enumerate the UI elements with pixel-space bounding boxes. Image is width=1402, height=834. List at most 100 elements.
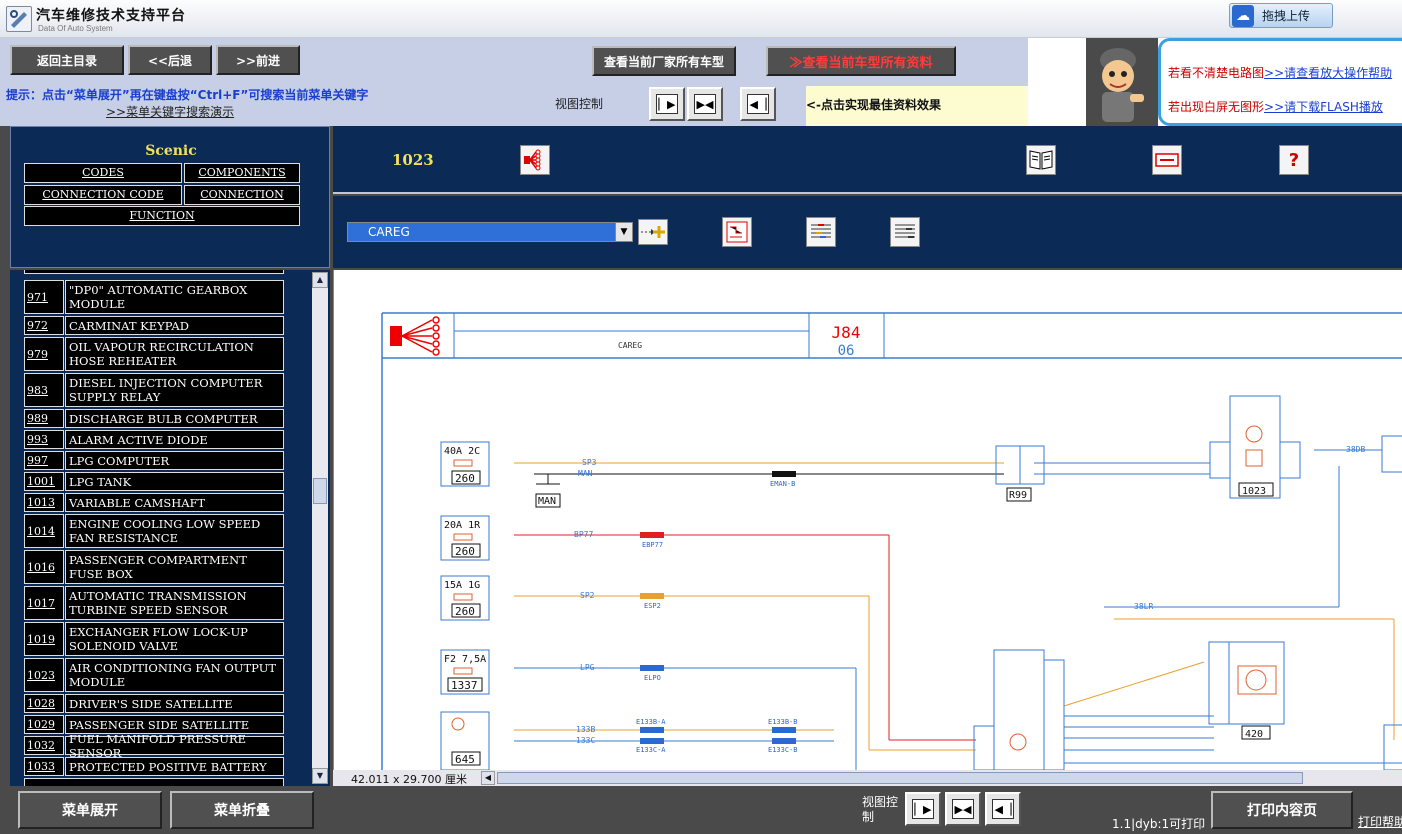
connection-list-icon[interactable]	[890, 217, 920, 247]
view-center-button[interactable]: ▶◀	[687, 87, 723, 121]
list-item[interactable]: 1016 PASSENGER COMPARTMENT FUSE BOX	[24, 550, 284, 584]
home-button[interactable]: 返回主目录	[10, 45, 124, 75]
view-expand-button[interactable]: ▏▶	[649, 87, 685, 121]
list-item-number[interactable]: 1016	[24, 550, 64, 584]
bottom-view-center-button[interactable]: ▶◀	[945, 792, 981, 826]
list-item[interactable]: 1023 AIR CONDITIONING FAN OUTPUT MODULE	[24, 658, 284, 692]
list-item-number[interactable]: 993	[24, 430, 64, 449]
list-item[interactable]: 993 ALARM ACTIVE DIODE	[24, 430, 284, 449]
list-scrollbar[interactable]: ▲ ▼	[312, 272, 328, 784]
fuse-icon[interactable]	[1152, 145, 1182, 175]
all-models-button[interactable]: 查看当前厂家所有车型	[592, 46, 736, 76]
list-item-number[interactable]: 1014	[24, 514, 64, 548]
list-item-number[interactable]: 971	[24, 280, 64, 314]
function-select-value: CAREG	[368, 225, 410, 239]
bottom-view-collapse-button[interactable]: ◀▕	[985, 792, 1021, 826]
fuse-id: 1337	[451, 679, 478, 692]
list-item-number[interactable]: 989	[24, 409, 64, 428]
zoom-help-link[interactable]: >>请查看放大操作帮助	[1264, 66, 1392, 80]
wire-label: SP3	[582, 458, 597, 467]
help-icon[interactable]: ?	[1279, 145, 1309, 175]
connector-icon[interactable]	[520, 145, 550, 175]
diagram-status-bar: 42.011 x 29.700 厘米 ◀	[333, 770, 1402, 786]
list-item-number[interactable]: 1029	[24, 715, 64, 734]
list-item-name: FUEL MANIFOLD PRESSURE SENSOR	[65, 732, 284, 760]
connector-label: E133B-A	[636, 718, 666, 726]
list-item-number[interactable]: 997	[24, 451, 64, 470]
function-select[interactable]: CAREG ▼	[347, 222, 633, 242]
list-item-number[interactable]: 979	[24, 337, 64, 371]
forward-button[interactable]: >>前进	[216, 45, 300, 75]
book-icon[interactable]	[1026, 145, 1056, 175]
list-item[interactable]: 1001 LPG TANK	[24, 472, 284, 491]
list-item-number[interactable]: 972	[24, 316, 64, 335]
flash-download-link[interactable]: >>请下载FLASH播放	[1264, 100, 1383, 114]
list-item[interactable]: 1032 FUEL MANIFOLD PRESSURE SENSOR	[24, 732, 284, 760]
diagram-icon[interactable]	[722, 217, 752, 247]
print-help-link[interactable]: 打印帮助	[1358, 813, 1402, 830]
mechanic-mascot	[1086, 38, 1158, 126]
expand-menu-button[interactable]: 菜单展开	[18, 791, 162, 829]
list-item-number[interactable]: 1033	[24, 757, 64, 776]
tab-connection[interactable]: CONNECTION	[184, 185, 300, 205]
tab-codes[interactable]: CODES	[24, 163, 182, 183]
list-item-partial[interactable]	[24, 270, 284, 274]
back-button[interactable]: <<后退	[128, 45, 212, 75]
all-info-button[interactable]: ≫查看当前车型所有资料	[766, 46, 956, 76]
tab-connection-code[interactable]: CONNECTION CODE	[24, 185, 182, 205]
list-item[interactable]: 1033 PROTECTED POSITIVE BATTERY	[24, 757, 284, 776]
tab-function[interactable]: FUNCTION	[24, 206, 300, 226]
list-item-number[interactable]: 983	[24, 373, 64, 407]
list-item-number[interactable]: 1017	[24, 586, 64, 620]
list-item[interactable]: 1014 ENGINE COOLING LOW SPEED FAN RESISTA…	[24, 514, 284, 548]
fuse-id: 260	[455, 605, 475, 618]
list-item[interactable]: 1019 EXCHANGER FLOW LOCK-UP SOLENOID VALV…	[24, 622, 284, 656]
add-function-icon[interactable]	[638, 219, 668, 245]
list-item-name: VARIABLE CAMSHAFT	[65, 493, 284, 512]
view-control-label: 视图控制	[555, 97, 604, 111]
collapse-left-icon: ◀▕	[747, 94, 769, 114]
scroll-up-icon[interactable]: ▲	[312, 272, 328, 288]
print-button[interactable]: 打印内容页	[1211, 791, 1353, 829]
scroll-thumb[interactable]	[313, 478, 327, 504]
list-item-name: CARMINAT KEYPAD	[65, 316, 284, 335]
promo-spacer	[1028, 38, 1086, 126]
list-item[interactable]: 1028 DRIVER'S SIDE SATELLITE	[24, 694, 284, 713]
promo-line2-text: 若出现白屏无图形	[1168, 100, 1265, 114]
list-item-number[interactable]: 1001	[24, 472, 64, 491]
list-item[interactable]: 972 CARMINAT KEYPAD	[24, 316, 284, 335]
component-list: 971 "DP0" AUTOMATIC GEARBOX MODULE 972 CAR…	[10, 270, 330, 786]
horizontal-scroll-thumb[interactable]	[497, 772, 1303, 784]
list-item[interactable]: 971 "DP0" AUTOMATIC GEARBOX MODULE	[24, 280, 284, 314]
list-item[interactable]: 989 DISCHARGE BULB COMPUTER	[24, 409, 284, 428]
tab-components[interactable]: COMPONENTS	[184, 163, 300, 183]
drag-upload-button[interactable]: ☁ 拖拽上传	[1229, 3, 1333, 28]
list-item[interactable]: 979 OIL VAPOUR RECIRCULATION HOSE REHEATE…	[24, 337, 284, 371]
wiring-diagram[interactable]: CAREG J84 06 40A 2C 260 20A 1R 260 15A 1…	[333, 270, 1402, 770]
fuse-label: 20A 1R	[444, 520, 481, 531]
page-info: 1.1|dyb:1可打印	[1112, 817, 1206, 831]
list-item-number[interactable]: 1019	[24, 622, 64, 656]
connector-label: E133C-A	[636, 746, 666, 754]
list-item[interactable]: 983 DIESEL INJECTION COMPUTER SUPPLY RELA…	[24, 373, 284, 407]
fuse-label: 15A 1G	[444, 580, 480, 591]
scroll-left-icon[interactable]: ◀	[481, 771, 495, 785]
list-item-number[interactable]: 1028	[24, 694, 64, 713]
wire-label: MAN	[578, 469, 593, 478]
list-item-number[interactable]: 1032	[24, 736, 64, 755]
list-item-name: DISCHARGE BULB COMPUTER	[65, 409, 284, 428]
list-item-number[interactable]: 1023	[24, 658, 64, 692]
bottom-view-expand-button[interactable]: ▏▶	[905, 792, 941, 826]
collapse-menu-button[interactable]: 菜单折叠	[170, 791, 314, 829]
wire-list-icon[interactable]	[806, 217, 836, 247]
connector-label: ESP2	[644, 602, 661, 610]
list-item[interactable]: 997 LPG COMPUTER	[24, 451, 284, 470]
scroll-down-icon[interactable]: ▼	[312, 768, 328, 784]
list-item-partial[interactable]	[24, 778, 284, 786]
view-collapse-button[interactable]: ◀▕	[740, 87, 776, 121]
search-demo-link[interactable]: >>菜单关键字搜索演示	[106, 103, 234, 120]
list-item[interactable]: 1013 VARIABLE CAMSHAFT	[24, 493, 284, 512]
dropdown-arrow-icon[interactable]: ▼	[615, 223, 632, 241]
list-item-number[interactable]: 1013	[24, 493, 64, 512]
list-item[interactable]: 1017 AUTOMATIC TRANSMISSION TURBINE SPEED…	[24, 586, 284, 620]
